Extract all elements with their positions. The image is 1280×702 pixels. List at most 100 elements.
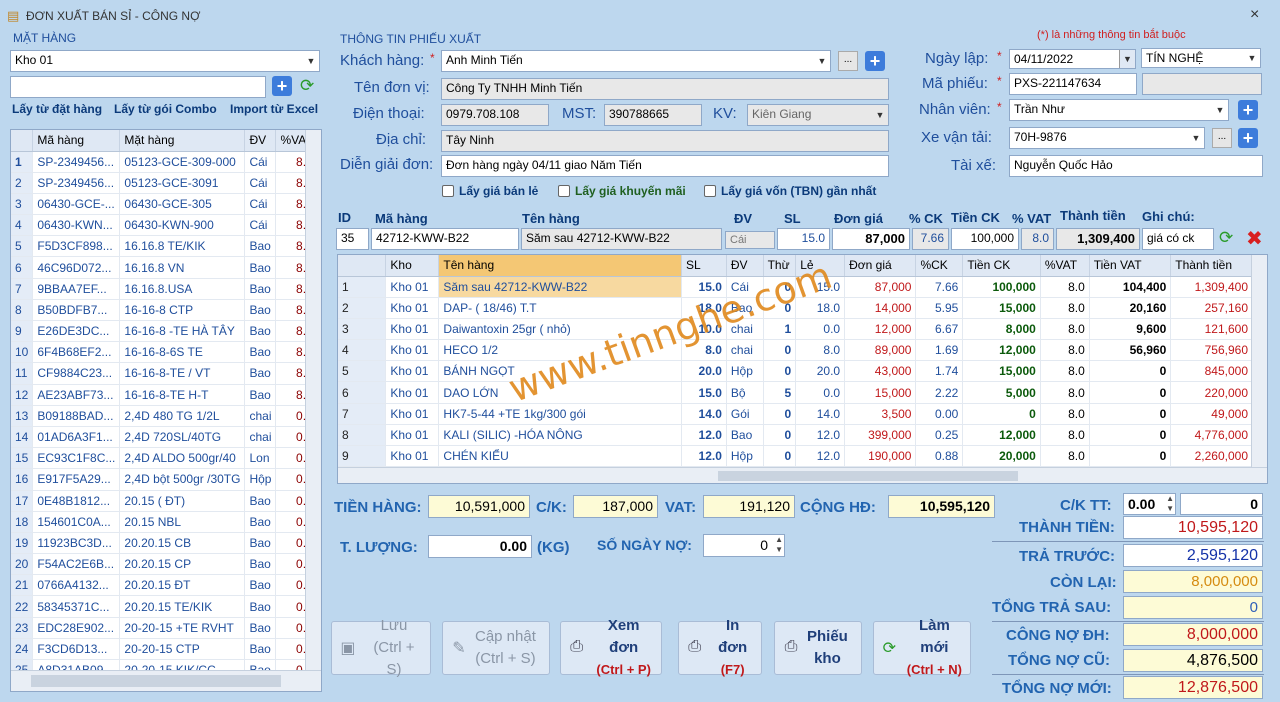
new-debt-field[interactable]: 12,876,500 xyxy=(1123,676,1263,699)
ck-tt-percent[interactable]: 0.00 ▲ ▼ xyxy=(1123,493,1176,515)
col-qty[interactable]: SL xyxy=(681,255,727,277)
link-from-combo[interactable]: Lấy từ gói Combo xyxy=(114,102,217,116)
product-row[interactable]: 15EC93C1F8C...2,4D ALDO 500gr/40Lon0.0 xyxy=(11,447,318,470)
product-row[interactable]: 79BBAA7EF...16.16.8.USABao8.0 xyxy=(11,278,318,300)
col-name[interactable]: Mặt hàng xyxy=(119,130,246,152)
ck-tt-amount[interactable]: 0 xyxy=(1180,493,1263,515)
calendar-icon[interactable]: ▼ xyxy=(1119,50,1135,68)
hscroll-thumb[interactable] xyxy=(31,675,281,687)
code-field[interactable]: PXS-221147634 xyxy=(1009,73,1137,95)
product-grid[interactable]: Mã hàng Mặt hàng ĐV %VAT 1 SP-2349456... 0… xyxy=(10,129,322,692)
product-row[interactable]: 24F3CD6D13...20-20-15 CTPBao0.0 xyxy=(11,638,318,661)
link-import-excel[interactable]: Import từ Excel xyxy=(230,102,318,116)
add-customer-button[interactable]: + xyxy=(865,51,885,71)
detail-grid-hscroll[interactable] xyxy=(338,467,1267,483)
detail-row[interactable]: 3 Kho 01 Daiwantoxin 25gr ( nhỏ) 10.0 chai 1 0… xyxy=(338,318,1253,341)
remain-field[interactable]: 8,000,000 xyxy=(1123,570,1263,593)
date-picker[interactable]: 04/11/2022 ▼ xyxy=(1009,49,1136,69)
product-grid-hscroll[interactable] xyxy=(11,670,321,691)
product-grid-vscroll[interactable] xyxy=(305,130,321,670)
driver-field[interactable]: Nguyễn Quốc Hảo xyxy=(1009,155,1263,177)
entry-price-field[interactable]: 87,000 xyxy=(832,228,910,250)
col-unit[interactable]: ĐV xyxy=(244,130,277,152)
product-row[interactable]: 18154601C0A...20.15 NBLBao0.0 xyxy=(11,511,318,533)
add-staff-button[interactable]: + xyxy=(1238,100,1258,120)
product-row[interactable]: 1401AD6A3F1...2,4D 720SL/40TGchai0.0 xyxy=(11,426,318,449)
entry-unit-field[interactable]: Cái xyxy=(725,231,775,249)
customer-browse-button[interactable]: ... xyxy=(838,51,858,71)
entry-vat-field[interactable]: 8.0 xyxy=(1021,228,1054,250)
col-unit[interactable]: ĐV xyxy=(726,255,764,277)
warehouse-slip-button[interactable]: ⎙ Phiếu kho xyxy=(774,621,862,675)
note-field[interactable]: Đơn hàng ngày 04/11 giao Năm Tiến xyxy=(441,155,889,177)
col-total[interactable]: Thành tiền xyxy=(1170,255,1253,277)
entry-total-field[interactable]: 1,309,400 xyxy=(1056,228,1140,250)
product-row[interactable]: 12AE23ABF73...16-16-8-TE H-TBao8.0 xyxy=(11,384,318,406)
vat-field[interactable]: 191,120 xyxy=(703,495,795,518)
spinner-icon[interactable]: ▲ ▼ xyxy=(775,535,783,555)
product-row[interactable]: 306430-GCE-...06430-GCE-305Cái8.0 xyxy=(11,193,318,216)
hscroll-thumb[interactable] xyxy=(718,471,1018,481)
detail-row[interactable]: 9 Kho 01 CHÉN KIỂU 12.0 Hộp 0 12.0 190,000 0.88 2… xyxy=(338,445,1253,468)
link-from-order[interactable]: Lấy từ đặt hàng xyxy=(12,102,102,116)
vehicle-browse-button[interactable]: ... xyxy=(1212,128,1232,148)
product-row[interactable]: 210766A4132...20.20.15 ĐTBao0.0 xyxy=(11,574,318,597)
warehouse-select[interactable]: Kho 01 ▼ xyxy=(10,50,320,72)
detail-row[interactable]: 4 Kho 01 HECO 1/2 8.0 chai 0 8.0 89,000 1.69 12,0… xyxy=(338,339,1253,362)
col-code[interactable]: Mã hàng xyxy=(32,130,121,152)
promo-price-checkbox[interactable] xyxy=(558,185,570,197)
product-row[interactable]: 2SP-2349456...05123-GCE-3091Cái8.0 xyxy=(11,172,318,194)
col-vat[interactable]: %VAT xyxy=(1040,255,1090,277)
goods-field[interactable]: 10,591,000 xyxy=(428,495,530,518)
product-row[interactable]: 9E26DE3DC...16-16-8 -TE HÀ TÂYBao8.0 xyxy=(11,320,318,343)
product-row[interactable]: 646C96D072...16.16.8 VNBao8.0 xyxy=(11,256,318,279)
vehicle-select[interactable]: 70H-9876 ▼ xyxy=(1009,127,1205,149)
weight-field[interactable]: 0.00 xyxy=(428,535,532,558)
col-price[interactable]: Đơn giá xyxy=(844,255,917,277)
tax-field[interactable]: 390788665 xyxy=(604,104,702,126)
entry-name-field[interactable]: Săm sau 42712-KWW-B22 xyxy=(521,228,722,250)
delete-icon[interactable]: ✖ xyxy=(1246,226,1268,250)
entry-ck-field[interactable]: 7.66 xyxy=(912,228,949,250)
entry-id-field[interactable]: 35 xyxy=(336,228,369,250)
entry-code-field[interactable]: 42712-KWW-B22 xyxy=(371,228,519,250)
amount-field[interactable]: 10,595,120 xyxy=(1123,516,1263,539)
product-row[interactable]: 11CF9884C23...16-16-8-TE / VTBao8.0 xyxy=(11,362,318,385)
paid-after-field[interactable]: 0 xyxy=(1123,596,1263,619)
sum-field[interactable]: 10,595,120 xyxy=(888,495,995,518)
old-debt-field[interactable]: 4,876,500 xyxy=(1123,649,1263,672)
product-row[interactable]: 23EDC28E902...20-20-15 +TE RVHTBao0.0 xyxy=(11,617,318,639)
product-row[interactable]: 13B09188BAD...2,4D 480 TG 1/2Lchai0.0 xyxy=(11,405,318,427)
reset-button[interactable]: ⟳ Làm mới (Ctrl + N) xyxy=(873,617,971,677)
code-extra-field[interactable] xyxy=(1142,73,1262,95)
entry-note-field[interactable]: giá có ck xyxy=(1142,228,1214,250)
product-row[interactable]: 406430-KWN...06430-KWN-900Cái8.0 xyxy=(11,214,318,237)
refresh-icon[interactable]: ⟳ xyxy=(300,76,320,96)
product-row[interactable]: 16E917F5A29...2,4D bột 500gr /30TGHộp0.0 xyxy=(11,468,318,491)
add-product-button[interactable]: + xyxy=(272,76,292,96)
phone-field[interactable]: 0979.708.108 xyxy=(441,104,549,126)
product-row[interactable]: 20F54AC2E6B...20.20.15 CPBao0.0 xyxy=(11,553,318,576)
detail-row[interactable]: 6 Kho 01 DAO LỚN 15.0 Bộ 5 0.0 15,000 2.22 5,000 8… xyxy=(338,381,1253,404)
product-row[interactable]: 2258345371C...20.20.15 TE/KIKBao0.0 xyxy=(11,595,318,618)
col-item-name[interactable]: Tên hàng xyxy=(438,255,683,277)
region-select[interactable]: Kiên Giang ▼ xyxy=(747,104,889,126)
col-vat-amt[interactable]: Tiền VAT xyxy=(1089,255,1172,277)
spinner-icon[interactable]: ▲ ▼ xyxy=(1166,494,1174,514)
branch-select[interactable]: TÍN NGHỆ ▼ xyxy=(1141,48,1261,68)
col-warehouse[interactable]: Kho xyxy=(385,255,440,277)
detail-row[interactable]: 7 Kho 01 HK7-5-44 +TE 1kg/300 gói 14.0 Gói 0 1… xyxy=(338,403,1253,425)
detail-grid-vscroll[interactable] xyxy=(1251,255,1267,467)
detail-row[interactable]: 8 Kho 01 KALI (SILIC) -HÓA NÔNG 12.0 Bao 0 12.… xyxy=(338,424,1253,447)
close-icon[interactable]: × xyxy=(1250,6,1259,24)
print-order-button[interactable]: ⎙ In đơn (F7) xyxy=(678,617,762,677)
col-ck[interactable]: %CK xyxy=(915,255,964,277)
entry-qty-field[interactable]: 15.0 xyxy=(777,228,830,250)
product-row[interactable]: 8B50BDFB7...16-16-8 CTPBao8.0 xyxy=(11,299,318,322)
entry-ck-amt-field[interactable]: 100,000 xyxy=(951,228,1019,250)
retail-price-checkbox[interactable] xyxy=(442,185,454,197)
detail-row[interactable]: 5 Kho 01 BÁNH NGỌT 20.0 Hộp 0 20.0 43,000 1.74 15… xyxy=(338,360,1253,383)
product-row[interactable]: 1911923BC3D...20.20.15 CBBao0.0 xyxy=(11,532,318,555)
staff-select[interactable]: Trần Như ▼ xyxy=(1009,99,1229,121)
prepaid-field[interactable]: 2,595,120 xyxy=(1123,544,1263,567)
